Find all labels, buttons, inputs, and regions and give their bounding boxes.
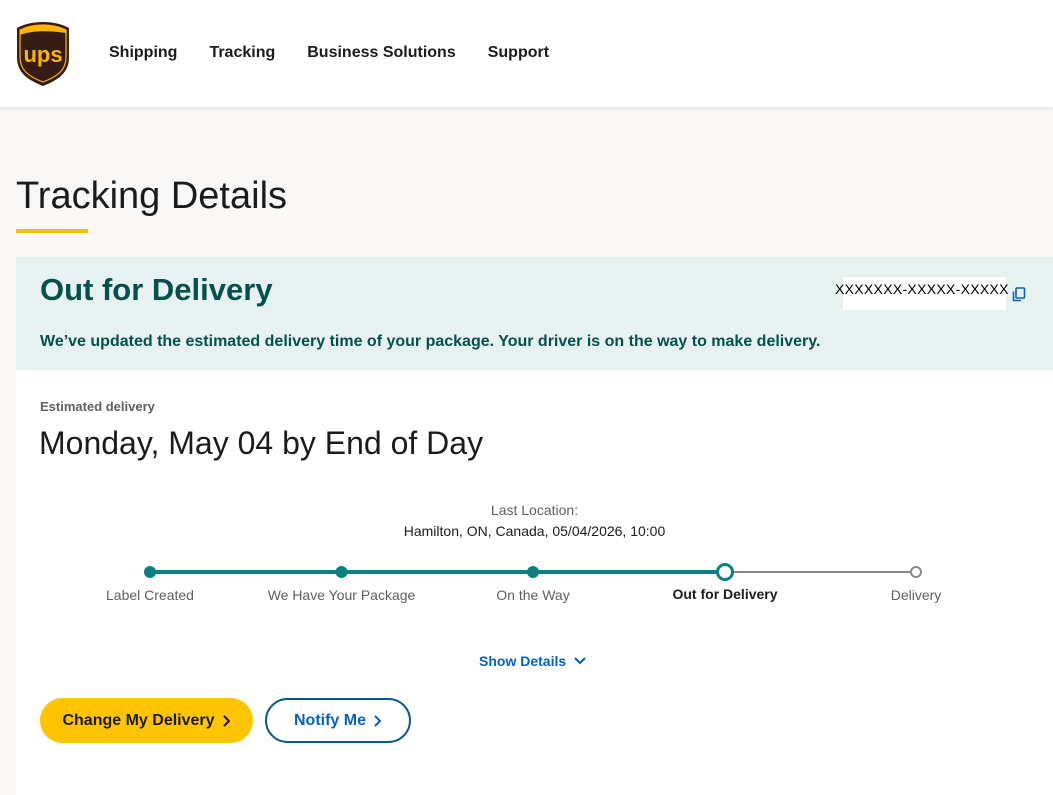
show-details-toggle[interactable]: Show Details	[479, 652, 586, 670]
notify-me-label: Notify Me	[294, 711, 366, 729]
progress-step-dot	[335, 566, 348, 578]
copy-icon[interactable]	[1012, 287, 1026, 302]
progress-step-label: Delivery	[890, 587, 942, 603]
chevron-right-icon	[223, 715, 230, 726]
ups-logo[interactable]: ups	[15, 21, 71, 87]
estimated-delivery-date: Monday, May 04 by End of Day	[39, 425, 484, 461]
title-underline	[16, 229, 88, 233]
nav-shipping[interactable]: Shipping	[109, 43, 177, 63]
estimated-delivery-label: Estimated delivery	[40, 399, 155, 414]
chevron-down-icon	[574, 657, 586, 664]
tracking-card: Out for Delivery XXXXXXX-XXXXX-XXXXX We’…	[16, 257, 1053, 795]
page-title: Tracking Details	[16, 175, 288, 217]
change-my-delivery-button[interactable]: Change My Delivery	[40, 698, 253, 743]
progress-step-label: Label Created	[106, 587, 194, 603]
main-nav: Shipping Tracking Business Solutions Sup…	[109, 43, 581, 63]
nav-support[interactable]: Support	[488, 43, 549, 63]
change-my-delivery-label: Change My Delivery	[62, 711, 215, 729]
notify-me-button[interactable]: Notify Me	[265, 698, 411, 743]
chevron-right-icon	[374, 715, 381, 726]
top-navigation-bar: ups Shipping Tracking Business Solutions…	[0, 0, 1053, 107]
progress-step-dot	[527, 566, 539, 578]
logo-wordmark: ups	[23, 42, 62, 67]
last-location-label: Last Location:	[490, 502, 579, 518]
progress-step-dot	[910, 566, 922, 578]
progress-step-dot	[144, 566, 156, 578]
nav-tracking[interactable]: Tracking	[209, 43, 275, 63]
tracking-number[interactable]: XXXXXXX-XXXXX-XXXXX	[835, 280, 1009, 298]
status-message: We’ve updated the estimated delivery tim…	[40, 333, 821, 350]
nav-business-solutions[interactable]: Business Solutions	[307, 43, 455, 63]
progress-step-label: On the Way	[496, 587, 570, 603]
progress-step-label: We Have Your Package	[267, 587, 416, 603]
progress-step-dot	[716, 563, 734, 581]
last-location-value: Hamilton, ON, Canada, 05/04/2026, 10:00	[403, 523, 666, 539]
show-details-label: Show Details	[479, 653, 567, 669]
status-title: Out for Delivery	[40, 272, 273, 307]
progress-step-label: Out for Delivery	[672, 586, 778, 602]
status-banner: Out for Delivery XXXXXXX-XXXXX-XXXXX We’…	[16, 257, 1053, 370]
